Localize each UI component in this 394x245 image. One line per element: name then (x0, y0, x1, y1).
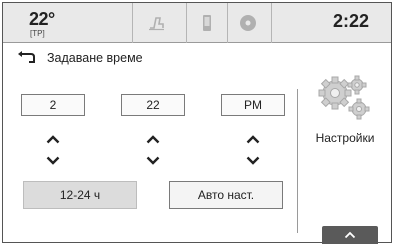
chevron-down-icon (146, 156, 160, 165)
chevron-up-icon (246, 134, 260, 143)
vertical-divider (297, 89, 298, 233)
status-divider (271, 3, 272, 43)
chevron-up-icon (344, 231, 356, 239)
back-arrow-icon (18, 51, 35, 63)
settings-button[interactable]: Настройки (305, 71, 385, 161)
status-divider (186, 3, 187, 43)
hour-up-button[interactable] (19, 129, 87, 149)
phone-handset-icon[interactable] (148, 15, 166, 36)
expand-tray-button[interactable] (322, 226, 378, 244)
minute-up-button[interactable] (119, 129, 187, 149)
hour-down-button[interactable] (19, 150, 87, 170)
back-button[interactable] (15, 50, 37, 66)
minute-value: 22 (121, 94, 185, 116)
period-up-button[interactable] (219, 129, 287, 149)
chevron-down-icon (246, 156, 260, 165)
auto-set-button[interactable]: Авто наст. (169, 181, 283, 209)
format-12-24-button[interactable]: 12-24 ч (23, 181, 137, 209)
chevron-down-icon (46, 156, 60, 165)
chevron-up-icon (146, 134, 160, 143)
status-bar: 22° [TP] 2:22 (3, 3, 391, 43)
title-row: Задаване време (3, 44, 391, 72)
page-title: Задаване време (47, 51, 143, 65)
temperature-sub: [TP] (30, 29, 45, 38)
gears-icon (318, 75, 370, 120)
hour-value: 2 (21, 94, 85, 116)
status-divider (227, 3, 228, 43)
chevron-up-icon (46, 134, 60, 143)
period-down-button[interactable] (219, 150, 287, 170)
status-divider (132, 3, 133, 43)
clock: 2:22 (332, 11, 369, 31)
record-icon[interactable] (239, 14, 257, 37)
screen: 22° [TP] 2:22 Задаване време 2 22 PM 12-… (2, 2, 392, 244)
settings-label: Настройки (315, 131, 375, 145)
temperature[interactable]: 22° (29, 9, 55, 30)
phone-device-icon[interactable] (202, 14, 212, 37)
minute-down-button[interactable] (119, 150, 187, 170)
period-value: PM (221, 94, 285, 116)
